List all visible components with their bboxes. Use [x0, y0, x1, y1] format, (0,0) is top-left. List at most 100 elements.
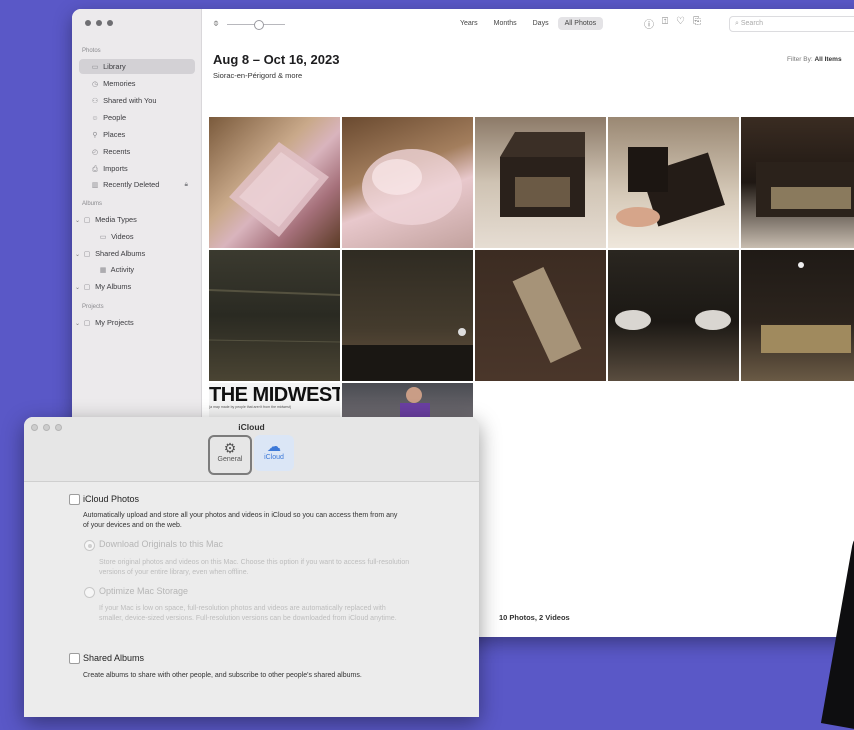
sidebar-item-label: Activity [110, 265, 135, 274]
sidebar-item-imports[interactable]: ⎙ Imports [79, 161, 195, 176]
folder-icon: ▢ [83, 217, 91, 224]
photo-thumbnail[interactable] [608, 250, 739, 381]
download-originals-radio[interactable] [84, 540, 95, 551]
sidebar-item-shared-with-you[interactable]: ⚇ Shared with You [79, 93, 195, 108]
shared-albums-label: Shared Albums [83, 653, 145, 663]
icloud-photos-label: iCloud Photos [83, 494, 140, 504]
photo-image [616, 147, 725, 227]
photo-image [400, 387, 430, 417]
zoom-button[interactable] [107, 20, 113, 26]
icloud-photos-checkbox[interactable] [69, 494, 80, 505]
photo-thumbnail[interactable] [475, 250, 606, 381]
rotate-icon[interactable]: ⎘ [693, 16, 701, 31]
sidebar-item-label: Imports [103, 164, 128, 173]
photo-image [362, 149, 462, 225]
photo-thumbnail[interactable] [475, 117, 606, 248]
sidebar-item-places[interactable]: ⚲ Places [79, 127, 195, 142]
tab-days[interactable]: Days [526, 17, 556, 30]
sidebar-item-my-albums[interactable]: ⌄ ▢ My Albums [75, 279, 191, 294]
imports-icon: ⎙ [92, 166, 98, 173]
chevron-down-icon[interactable]: ⌄ [75, 285, 80, 291]
photo-thumbnail[interactable] [342, 117, 473, 248]
photo-image [761, 262, 851, 353]
toolbar-icons: ⓘ ⍐ ♡ ⎘ [644, 16, 701, 31]
sidebar-item-videos[interactable]: ▭ Videos [87, 229, 203, 244]
sidebar-item-library[interactable]: ▭ Library [79, 59, 195, 74]
sidebar-item-label: Media Types [95, 215, 137, 224]
photo-image [229, 142, 329, 237]
optimize-storage-description: If your Mac is low on space, full-resolu… [99, 605, 397, 622]
sidebar-item-label: People [103, 113, 127, 122]
photo-thumbnail[interactable] [608, 117, 739, 248]
photo-image [615, 310, 731, 330]
optimize-storage-radio[interactable] [84, 587, 95, 598]
chevron-down-icon[interactable]: ⌄ [75, 218, 80, 224]
photo-thumbnail[interactable] [741, 250, 854, 381]
sidebar-item-my-projects[interactable]: ⌄ ▢ My Projects [75, 315, 191, 330]
sidebar-item-activity[interactable]: ▦ Activity [87, 262, 203, 277]
photo-image [512, 267, 582, 363]
tab-months[interactable]: Months [487, 17, 524, 30]
photo-image [209, 289, 340, 343]
photo-thumbnail[interactable] [209, 117, 340, 248]
sidebar-item-people[interactable]: ☺ People [79, 110, 195, 125]
optimize-storage-label: Optimize Mac Storage [99, 586, 189, 596]
shared-with-you-icon: ⚇ [91, 98, 99, 105]
info-icon[interactable]: ⓘ [644, 16, 654, 31]
memories-icon: ◷ [91, 81, 99, 88]
sidebar-item-recently-deleted[interactable]: ▥ Recently Deleted 🔒︎ [79, 177, 195, 192]
photo-image [500, 132, 585, 217]
sidebar-item-label: Shared Albums [95, 249, 146, 258]
sidebar-item-memories[interactable]: ◷ Memories [79, 76, 195, 91]
zoom-slider[interactable] [227, 20, 285, 30]
sidebar-section-albums: Albums [82, 201, 103, 207]
people-icon: ☺ [91, 115, 99, 122]
folder-icon: ▢ [83, 320, 91, 327]
photo-thumbnail[interactable] [209, 250, 340, 381]
photos-toolbar: ⌽ Years Months Days All Photos ⓘ ⍐ ♡ ⎘ ⌕… [201, 9, 854, 42]
chevron-down-icon[interactable]: ⌄ [75, 252, 80, 258]
close-button[interactable] [85, 20, 91, 26]
activity-icon: ▦ [99, 267, 107, 274]
sidebar-item-shared-albums[interactable]: ⌄ ▢ Shared Albums [75, 246, 191, 261]
photo-thumbnail[interactable]: THE MIDWEST: (a map made by people that … [209, 383, 340, 417]
shared-albums-checkbox[interactable] [69, 653, 80, 664]
lock-icon: 🔒︎ [184, 181, 188, 188]
sidebar-item-recents[interactable]: ◴ Recents [79, 144, 195, 159]
heart-icon[interactable]: ♡ [676, 16, 685, 31]
sidebar-item-label: Places [103, 130, 126, 139]
photo-thumbnail[interactable] [342, 383, 473, 417]
minimize-button[interactable] [96, 20, 102, 26]
icloud-photos-description: Automatically upload and store all your … [83, 512, 398, 529]
photo-count: 10 Photos, 2 Videos [499, 613, 570, 622]
photo-thumbnail[interactable] [741, 117, 854, 248]
sidebar-item-label: Library [103, 62, 126, 71]
window-title: iCloud [238, 422, 265, 432]
sidebar-item-label: My Albums [95, 282, 132, 291]
view-segmented-control: Years Months Days All Photos [453, 17, 604, 30]
library-icon: ▭ [91, 64, 99, 71]
tab-label: General [217, 456, 243, 463]
videos-icon: ▭ [99, 234, 107, 241]
filter-control[interactable]: Filter By: All Items [787, 56, 842, 63]
chevron-down-icon[interactable]: ⌄ [75, 321, 80, 327]
sidebar-item-media-types[interactable]: ⌄ ▢ Media Types [75, 212, 191, 227]
download-originals-label: Download Originals to this Mac [99, 539, 224, 549]
download-originals-description: Store original photos and videos on this… [99, 559, 410, 576]
trash-icon: ▥ [91, 182, 99, 189]
tab-all-photos[interactable]: All Photos [557, 17, 604, 30]
search-placeholder: Search [740, 20, 764, 27]
icloud-settings-window: iCloud ⚙ General ☁ iCloud iCloud Photos … [24, 417, 479, 717]
tab-general[interactable]: ⚙ General [208, 435, 252, 475]
zoom-slider-knob[interactable] [254, 20, 264, 30]
share-icon[interactable]: ⍐ [662, 16, 668, 31]
icloud-titlebar: iCloud ⚙ General ☁ iCloud [24, 417, 479, 482]
search-input[interactable]: ⌕ Search [729, 16, 854, 32]
tab-icloud[interactable]: ☁ iCloud [254, 435, 294, 471]
sidebar-item-label: Recents [103, 147, 131, 156]
tab-years[interactable]: Years [453, 17, 485, 30]
sidebar-item-label: Shared with You [103, 96, 157, 105]
sidebar-item-label: Recently Deleted [103, 180, 160, 189]
sidebar-item-label: Memories [103, 79, 136, 88]
photo-thumbnail[interactable] [342, 250, 473, 381]
